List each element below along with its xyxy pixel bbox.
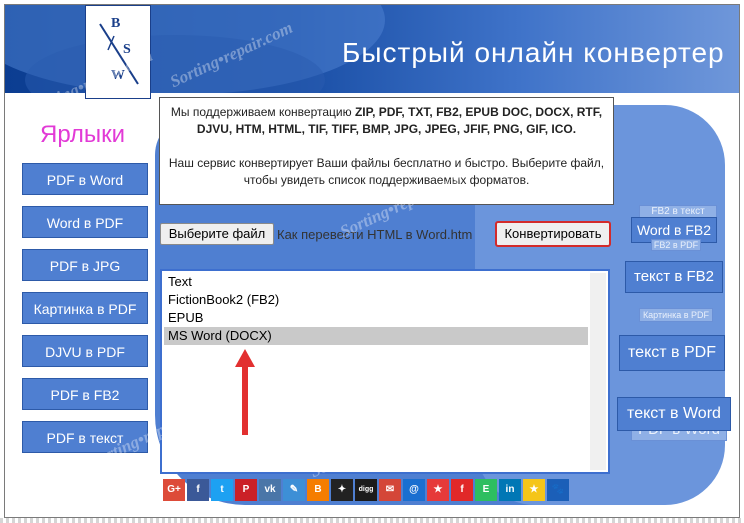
info-line-4: чтобы увидеть список поддерживаемых форм… bbox=[243, 173, 530, 187]
sidebar-item-pdf-to-text[interactable]: PDF в текст bbox=[22, 421, 148, 453]
digg-icon[interactable]: digg bbox=[355, 479, 377, 501]
list-scrollbar[interactable] bbox=[590, 273, 606, 470]
format-option-epub[interactable]: EPUB bbox=[164, 309, 588, 327]
format-option-fb2[interactable]: FictionBook2 (FB2) bbox=[164, 291, 588, 309]
star-icon[interactable]: ★ bbox=[523, 479, 545, 501]
site-logo[interactable]: B S W bbox=[85, 5, 151, 99]
sidebar-item-pdf-to-fb2[interactable]: PDF в FB2 bbox=[22, 378, 148, 410]
info-line-2: DJVU, HTM, HTML, TIF, TIFF, BMP, JPG, JP… bbox=[196, 122, 577, 136]
chosen-file-name: Как перевести HTML в Word.htm bbox=[277, 227, 473, 242]
bottom-divider bbox=[0, 518, 744, 523]
format-select-list[interactable]: Text FictionBook2 (FB2) EPUB MS Word (DO… bbox=[160, 269, 610, 474]
evernote-icon[interactable]: E bbox=[475, 479, 497, 501]
google-plus-icon[interactable]: G+ bbox=[163, 479, 185, 501]
pinterest-icon[interactable]: P bbox=[235, 479, 257, 501]
linkedin-icon[interactable]: in bbox=[499, 479, 521, 501]
facebook-icon[interactable]: f bbox=[187, 479, 209, 501]
sidebar-title: Ярлыки bbox=[40, 121, 126, 148]
right-btn-picture-to-pdf-small[interactable]: Картинка в PDF bbox=[639, 308, 713, 322]
paw-icon[interactable]: 🐾 bbox=[547, 479, 569, 501]
myspace-icon[interactable]: ✦ bbox=[331, 479, 353, 501]
right-btn-fb2-to-pdf-small[interactable]: FB2 в PDF bbox=[651, 239, 701, 251]
mailru-icon[interactable]: @ bbox=[403, 479, 425, 501]
red-arrow-icon bbox=[235, 349, 255, 435]
convert-button[interactable]: Конвертировать bbox=[495, 221, 611, 247]
email-icon[interactable]: ✉ bbox=[379, 479, 401, 501]
favorites-icon[interactable]: ★ bbox=[427, 479, 449, 501]
sidebar-item-pdf-to-word[interactable]: PDF в Word bbox=[22, 163, 148, 195]
right-btn-text-to-pdf[interactable]: текст в PDF bbox=[619, 335, 725, 371]
blogger-icon[interactable]: B bbox=[307, 479, 329, 501]
twitter-icon[interactable]: t bbox=[211, 479, 233, 501]
sidebar-item-picture-to-pdf[interactable]: Картинка в PDF bbox=[22, 292, 148, 324]
sidebar-item-djvu-to-pdf[interactable]: DJVU в PDF bbox=[22, 335, 148, 367]
vk-icon[interactable]: vk bbox=[259, 479, 281, 501]
sidebar-item-pdf-to-jpg[interactable]: PDF в JPG bbox=[22, 249, 148, 281]
info-line-1: Мы поддерживаем конвертацию ZIP, PDF, TX… bbox=[170, 105, 603, 119]
choose-file-button[interactable]: Выберите файл bbox=[160, 223, 274, 245]
format-option-text[interactable]: Text bbox=[164, 273, 588, 291]
format-option-docx[interactable]: MS Word (DOCX) bbox=[164, 327, 588, 345]
clip-icon[interactable]: ✎ bbox=[283, 479, 305, 501]
logo-letter-s: S bbox=[123, 42, 131, 57]
supported-formats-info: Мы поддерживаем конвертацию ZIP, PDF, TX… bbox=[159, 97, 614, 205]
logo-letter-b: B bbox=[111, 16, 121, 31]
sidebar-item-word-to-pdf[interactable]: Word в PDF bbox=[22, 206, 148, 238]
page-frame: B S W Быстрый онлайн конвертер Ярлыки PD… bbox=[4, 4, 740, 518]
site-title: Быстрый онлайн конвертер bbox=[342, 37, 725, 68]
right-btn-text-to-word[interactable]: текст в Word bbox=[617, 397, 731, 431]
right-btn-text-to-fb2[interactable]: текст в FB2 bbox=[625, 261, 723, 293]
info-line-3: Наш сервис конвертирует Ваши файлы беспл… bbox=[168, 156, 605, 170]
logo-letter-w: W bbox=[111, 68, 125, 83]
social-share-bar: G+ f t Pvk ✎ B ✦ digg ✉ @ ★ f Ein ★ 🐾 bbox=[163, 479, 569, 501]
flipboard-icon[interactable]: f bbox=[451, 479, 473, 501]
